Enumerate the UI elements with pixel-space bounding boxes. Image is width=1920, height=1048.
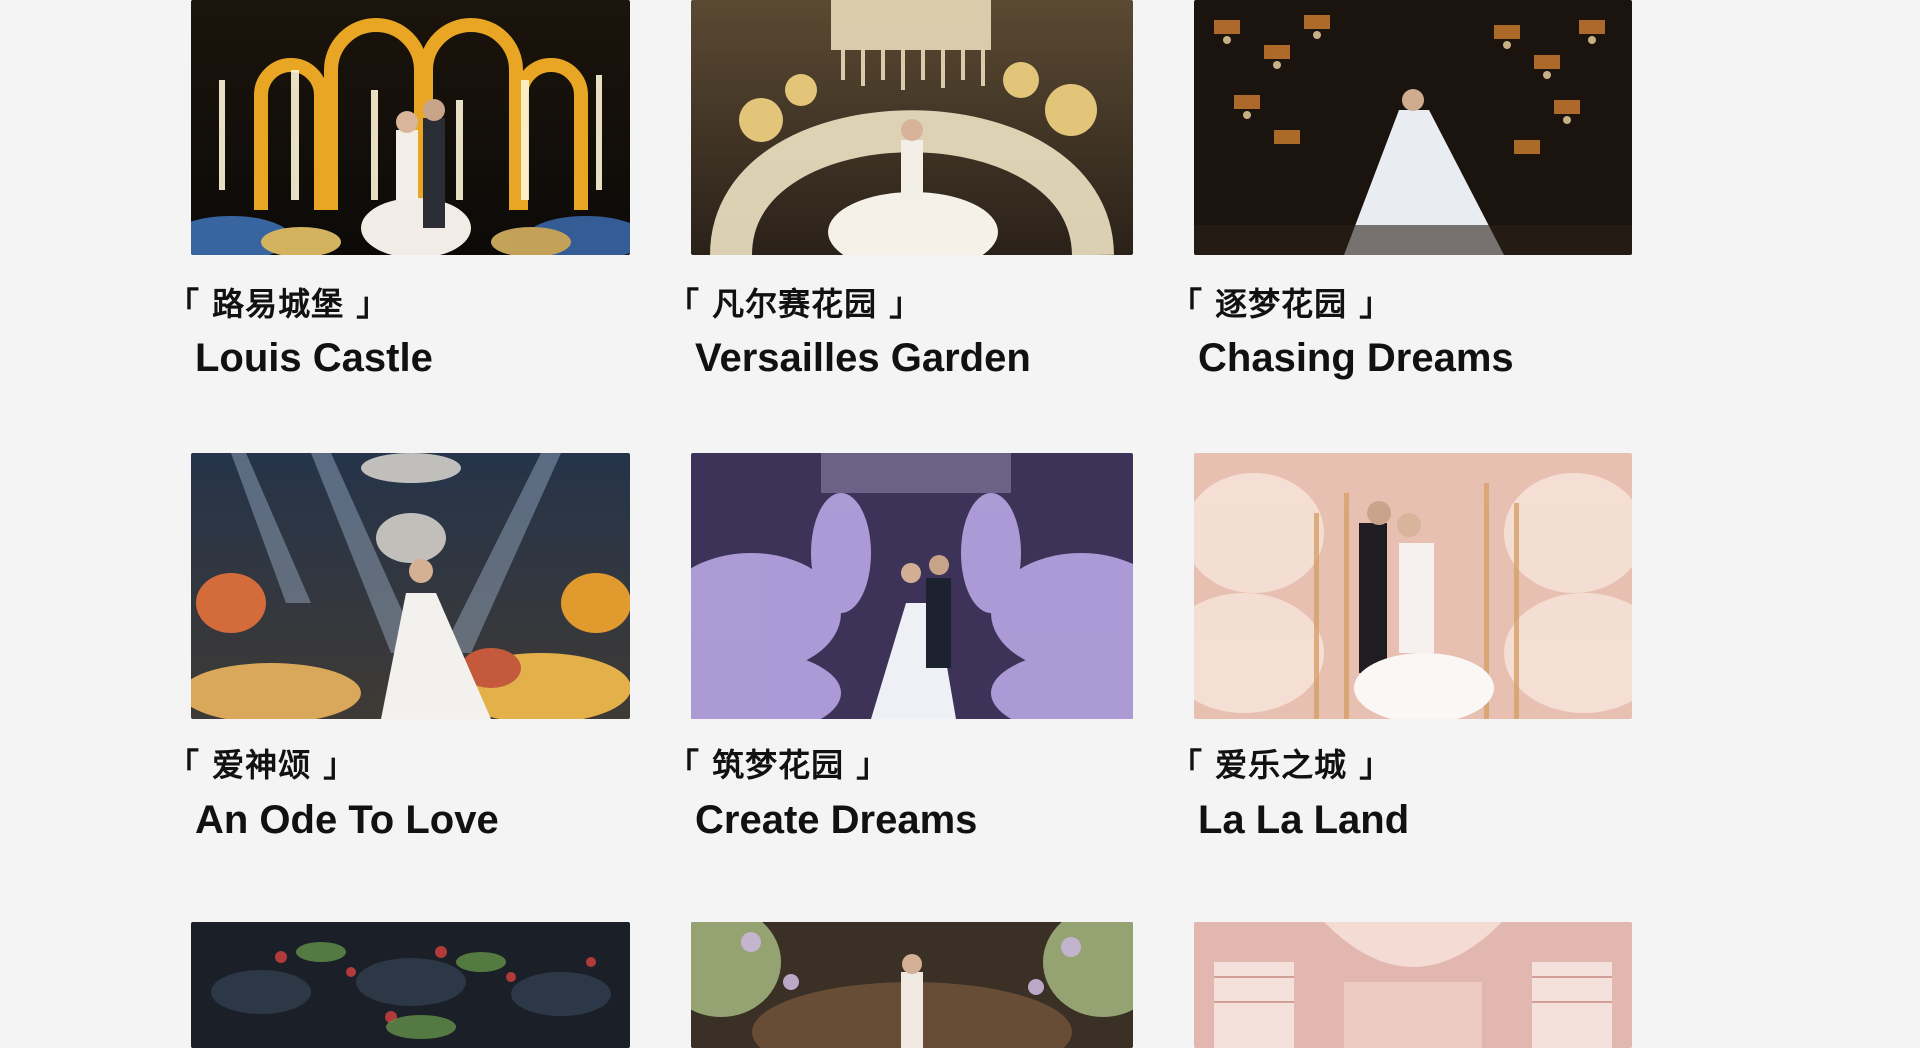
gallery-card-8-photo[interactable] [691, 922, 1133, 1048]
la-la-land-title-en[interactable]: La La Land [1198, 798, 1409, 843]
gallery-card-9-photo[interactable] [1194, 922, 1632, 1048]
versailles-garden-title-cn[interactable]: 「 凡尔赛花园 」 [667, 279, 922, 325]
versailles-garden-photo[interactable] [691, 0, 1133, 255]
louis-castle-title-en[interactable]: Louis Castle [195, 336, 433, 381]
versailles-garden-title-en[interactable]: Versailles Garden [695, 336, 1031, 381]
create-dreams-title-cn[interactable]: 「 筑梦花园 」 [667, 740, 889, 786]
la-la-land-title-cn[interactable]: 「 爱乐之城 」 [1170, 740, 1392, 786]
ode-to-love-title-en[interactable]: An Ode To Love [195, 798, 499, 843]
louis-castle-title-cn[interactable]: 「 路易城堡 」 [167, 279, 389, 325]
gallery-card-7-photo[interactable] [191, 922, 630, 1048]
louis-castle-photo[interactable] [191, 0, 630, 255]
chasing-dreams-photo[interactable] [1194, 0, 1632, 255]
ode-to-love-title-cn[interactable]: 「 爱神颂 」 [167, 740, 356, 786]
chasing-dreams-title-en[interactable]: Chasing Dreams [1198, 336, 1514, 381]
wedding-theme-gallery: 「 路易城堡 」 Louis Castle 「 凡尔赛花园 」 Versaill… [0, 0, 1920, 1048]
chasing-dreams-title-cn[interactable]: 「 逐梦花园 」 [1170, 279, 1392, 325]
ode-to-love-photo[interactable] [191, 453, 630, 719]
create-dreams-title-en[interactable]: Create Dreams [695, 798, 977, 843]
create-dreams-photo[interactable] [691, 453, 1133, 719]
la-la-land-photo[interactable] [1194, 453, 1632, 719]
